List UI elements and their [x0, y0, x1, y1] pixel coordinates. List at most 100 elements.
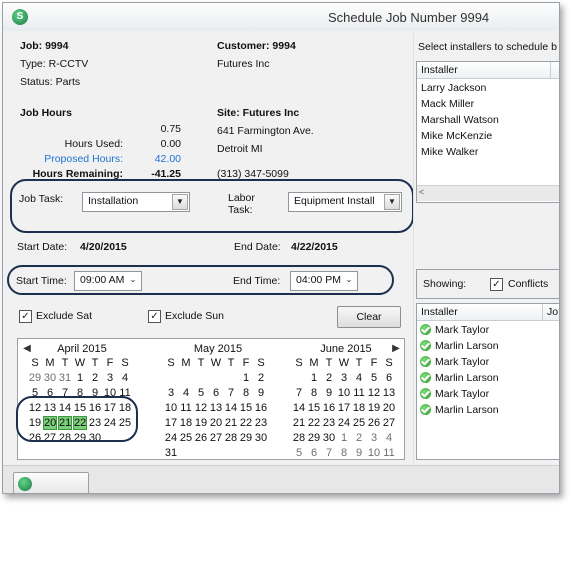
chevron-down-icon[interactable]: ⌄: [126, 273, 140, 287]
calendar-day[interactable]: 9: [254, 386, 268, 400]
calendar-day[interactable]: 10: [367, 446, 381, 460]
calendar-day[interactable]: 3: [337, 371, 351, 385]
calendar-day[interactable]: 30: [254, 431, 268, 445]
list-item[interactable]: Marshall Watson: [421, 114, 499, 126]
calendar-day[interactable]: 16: [322, 401, 336, 415]
calendar-day[interactable]: 22: [239, 416, 253, 430]
calendar-day[interactable]: 29: [28, 371, 42, 385]
calendar-day[interactable]: 26: [194, 431, 208, 445]
scroll-left-icon[interactable]: <: [419, 187, 424, 197]
calendar-day[interactable]: 8: [337, 446, 351, 460]
calendar-day[interactable]: 5: [194, 386, 208, 400]
calendar-day[interactable]: 3: [103, 371, 117, 385]
calendar-day[interactable]: 2: [88, 371, 102, 385]
calendar-day[interactable]: 14: [292, 401, 306, 415]
list-item[interactable]: Mark Taylor: [417, 322, 559, 338]
list-item[interactable]: Mack Miller: [421, 98, 474, 110]
horizontal-scrollbar[interactable]: <: [417, 185, 559, 201]
calendar-day[interactable]: 20: [382, 401, 396, 415]
calendar-day[interactable]: 31: [164, 446, 178, 460]
calendar-day[interactable]: 19: [194, 416, 208, 430]
labor-task-select[interactable]: Equipment Install ▼: [288, 192, 402, 212]
chevron-down-icon[interactable]: ▼: [384, 194, 400, 210]
conflicts-checkbox[interactable]: ✓: [490, 278, 503, 291]
calendar-day[interactable]: 13: [209, 401, 223, 415]
calendar-day[interactable]: 23: [254, 416, 268, 430]
calendar-day[interactable]: 7: [224, 386, 238, 400]
calendar-day[interactable]: 12: [367, 386, 381, 400]
end-time-select[interactable]: 04:00 PM ⌄: [290, 271, 358, 291]
calendar-day[interactable]: 16: [254, 401, 268, 415]
list-item[interactable]: Marlin Larson: [417, 338, 559, 354]
list-item[interactable]: Mike McKenzie: [421, 130, 492, 142]
calendar-day[interactable]: 4: [352, 371, 366, 385]
list-item[interactable]: Mark Taylor: [417, 354, 559, 370]
list-item[interactable]: Marlin Larson: [417, 402, 559, 418]
calendar-day[interactable]: 26: [367, 416, 381, 430]
calendar-day[interactable]: 21: [292, 416, 306, 430]
calendar-day[interactable]: 15: [239, 401, 253, 415]
calendar-day[interactable]: 11: [352, 386, 366, 400]
calendar-day[interactable]: 2: [254, 371, 268, 385]
installer-list-header[interactable]: Installer: [417, 62, 559, 79]
calendar-day[interactable]: 10: [164, 401, 178, 415]
calendar-day[interactable]: 8: [307, 386, 321, 400]
calendar-day[interactable]: 9: [352, 446, 366, 460]
conflicts-list-header[interactable]: Installer Jo: [417, 304, 559, 321]
clear-button[interactable]: Clear: [337, 306, 401, 328]
calendar-day[interactable]: 30: [322, 431, 336, 445]
month-title[interactable]: June 2015: [292, 343, 400, 355]
calendar-day[interactable]: 7: [322, 446, 336, 460]
calendar-day[interactable]: 2: [352, 431, 366, 445]
calendar-day[interactable]: 5: [292, 446, 306, 460]
calendar-day[interactable]: 28: [224, 431, 238, 445]
calendar-day[interactable]: 29: [239, 431, 253, 445]
calendar-day[interactable]: 15: [307, 401, 321, 415]
calendar-day[interactable]: 18: [179, 416, 193, 430]
calendar-day[interactable]: 17: [337, 401, 351, 415]
calendar-day[interactable]: 3: [367, 431, 381, 445]
calendar-day[interactable]: 29: [307, 431, 321, 445]
calendar-day[interactable]: 7: [292, 386, 306, 400]
exclude-sun-checkbox[interactable]: ✓: [148, 310, 161, 323]
conflicts-list[interactable]: Installer Jo Mark Taylor Marlin Larson M…: [416, 303, 559, 460]
calendar-day[interactable]: 27: [209, 431, 223, 445]
calendar-day[interactable]: 12: [194, 401, 208, 415]
calendar-day[interactable]: 1: [337, 431, 351, 445]
calendar-day[interactable]: 30: [43, 371, 57, 385]
calendar-day[interactable]: 28: [292, 431, 306, 445]
calendar-day[interactable]: 10: [337, 386, 351, 400]
calendar-day[interactable]: 1: [239, 371, 253, 385]
calendar-day[interactable]: 21: [224, 416, 238, 430]
calendar-day[interactable]: 9: [322, 386, 336, 400]
calendar-day[interactable]: 20: [209, 416, 223, 430]
calendar-day[interactable]: 6: [209, 386, 223, 400]
calendar-day[interactable]: 6: [307, 446, 321, 460]
calendar-day[interactable]: 24: [337, 416, 351, 430]
calendar-day[interactable]: 8: [239, 386, 253, 400]
exclude-sat-checkbox[interactable]: ✓: [19, 310, 32, 323]
calendar-day[interactable]: 23: [322, 416, 336, 430]
calendar-day[interactable]: 3: [164, 386, 178, 400]
job-task-select[interactable]: Installation ▼: [82, 192, 190, 212]
calendar-day[interactable]: 4: [382, 431, 396, 445]
list-item[interactable]: Mark Taylor: [417, 386, 559, 402]
chevron-down-icon[interactable]: ⌄: [342, 273, 356, 287]
calendar-day[interactable]: 11: [382, 446, 396, 460]
calendar-day[interactable]: 5: [367, 371, 381, 385]
calendar-day[interactable]: 19: [367, 401, 381, 415]
calendar-day[interactable]: 25: [352, 416, 366, 430]
calendar-day[interactable]: 13: [382, 386, 396, 400]
calendar-day[interactable]: 1: [307, 371, 321, 385]
calendar-day[interactable]: 4: [179, 386, 193, 400]
calendar-day[interactable]: 2: [322, 371, 336, 385]
start-time-select[interactable]: 09:00 AM ⌄: [74, 271, 142, 291]
calendar-day[interactable]: 24: [164, 431, 178, 445]
chevron-down-icon[interactable]: ▼: [172, 194, 188, 210]
calendar-day[interactable]: 25: [179, 431, 193, 445]
calendar-day[interactable]: 17: [164, 416, 178, 430]
schedule-action-button[interactable]: [13, 472, 89, 493]
month-title[interactable]: May 2015: [164, 343, 272, 355]
calendar-day[interactable]: 11: [179, 401, 193, 415]
list-item[interactable]: Larry Jackson: [421, 82, 486, 94]
